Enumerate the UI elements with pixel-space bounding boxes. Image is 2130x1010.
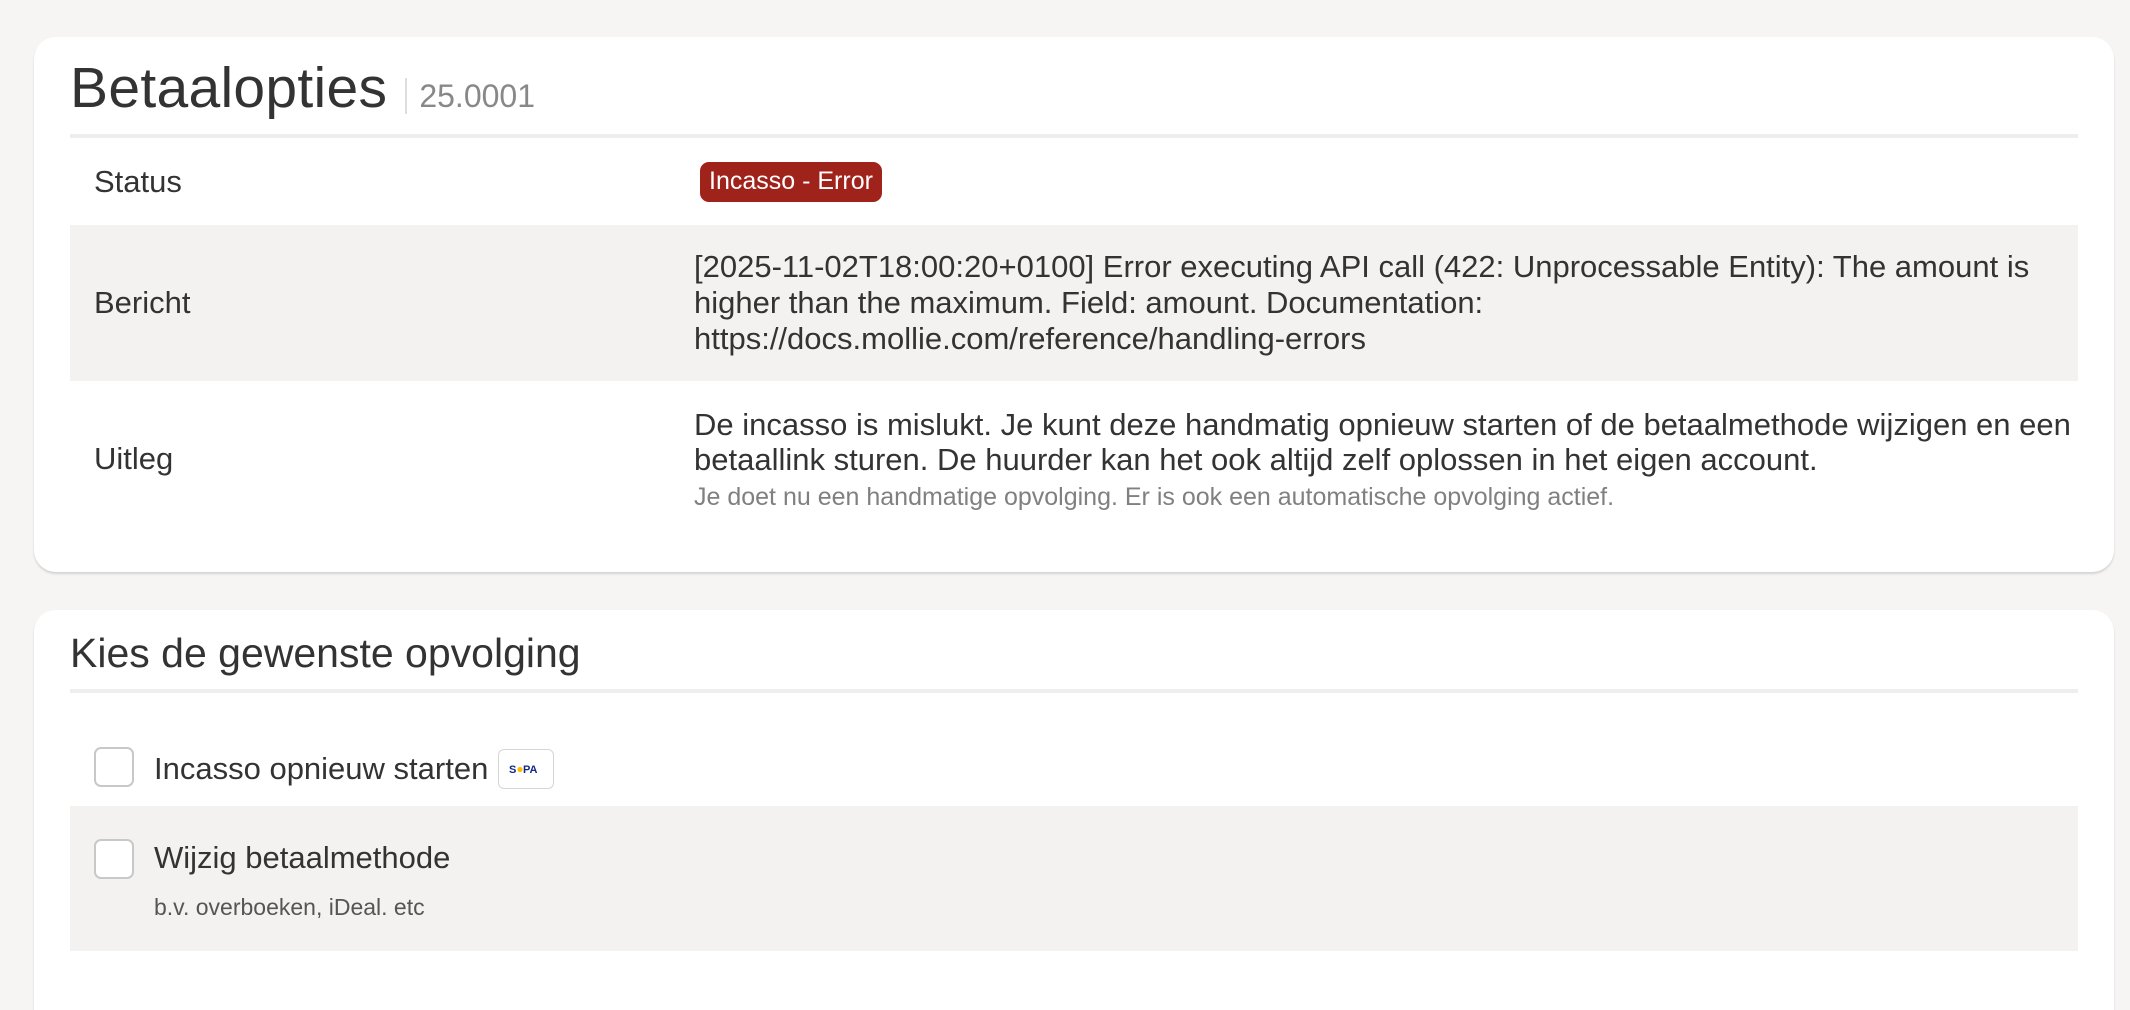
status-row: Status Incasso - Error xyxy=(70,138,2078,225)
svg-text:PA: PA xyxy=(523,764,538,775)
page-header: Betaalopties 25.0001 xyxy=(70,55,535,121)
page-subtitle: 25.0001 xyxy=(419,78,535,114)
title-divider xyxy=(405,78,408,114)
option-label[interactable]: Wijzig betaalmethode xyxy=(154,840,450,876)
message-label: Bericht xyxy=(94,285,191,320)
status-label: Status xyxy=(94,163,182,199)
sepa-icon: S PA xyxy=(498,749,555,789)
message-text: [2025-11-02T18:00:20+0100] Error executi… xyxy=(694,249,2030,356)
details-table: Status Incasso - Error Bericht [2025-11-… xyxy=(70,138,2078,537)
explanation-row: Uitleg De incasso is mislukt. Je kunt de… xyxy=(70,381,2078,537)
option-change-payment-method[interactable]: Wijzig betaalmethode b.v. overboeken, iD… xyxy=(70,806,2078,951)
payment-status-card: Betaalopties 25.0001 Status Incasso - Er… xyxy=(34,37,2114,572)
svg-text:S: S xyxy=(509,764,516,775)
explanation-value: De incasso is mislukt. Je kunt deze hand… xyxy=(694,381,2078,537)
status-value: Incasso - Error xyxy=(694,138,2078,225)
section-title: Kies de gewenste opvolging xyxy=(70,630,581,676)
option-label-wrapper[interactable]: Incasso opnieuw starten S PA xyxy=(154,749,555,789)
retry-direct-debit-checkbox[interactable] xyxy=(94,747,134,787)
explanation-label: Uitleg xyxy=(94,441,174,476)
page-title: Betaalopties xyxy=(70,56,388,120)
section-divider xyxy=(70,689,2078,693)
option-hint: b.v. overboeken, iDeal. etc xyxy=(154,894,425,920)
explanation-note: Je doet nu een handmatige opvolging. Er … xyxy=(694,482,1615,511)
option-label[interactable]: Incasso opnieuw starten xyxy=(154,751,488,787)
option-retry-direct-debit[interactable]: Incasso opnieuw starten S PA xyxy=(70,723,2078,812)
status-badge: Incasso - Error xyxy=(700,162,882,202)
followup-card: Kies de gewenste opvolging Incasso opnie… xyxy=(34,610,2114,1010)
explanation-text: De incasso is mislukt. Je kunt deze hand… xyxy=(694,406,2071,477)
message-row: Bericht [2025-11-02T18:00:20+0100] Error… xyxy=(70,225,2078,381)
change-payment-method-checkbox[interactable] xyxy=(94,839,134,879)
